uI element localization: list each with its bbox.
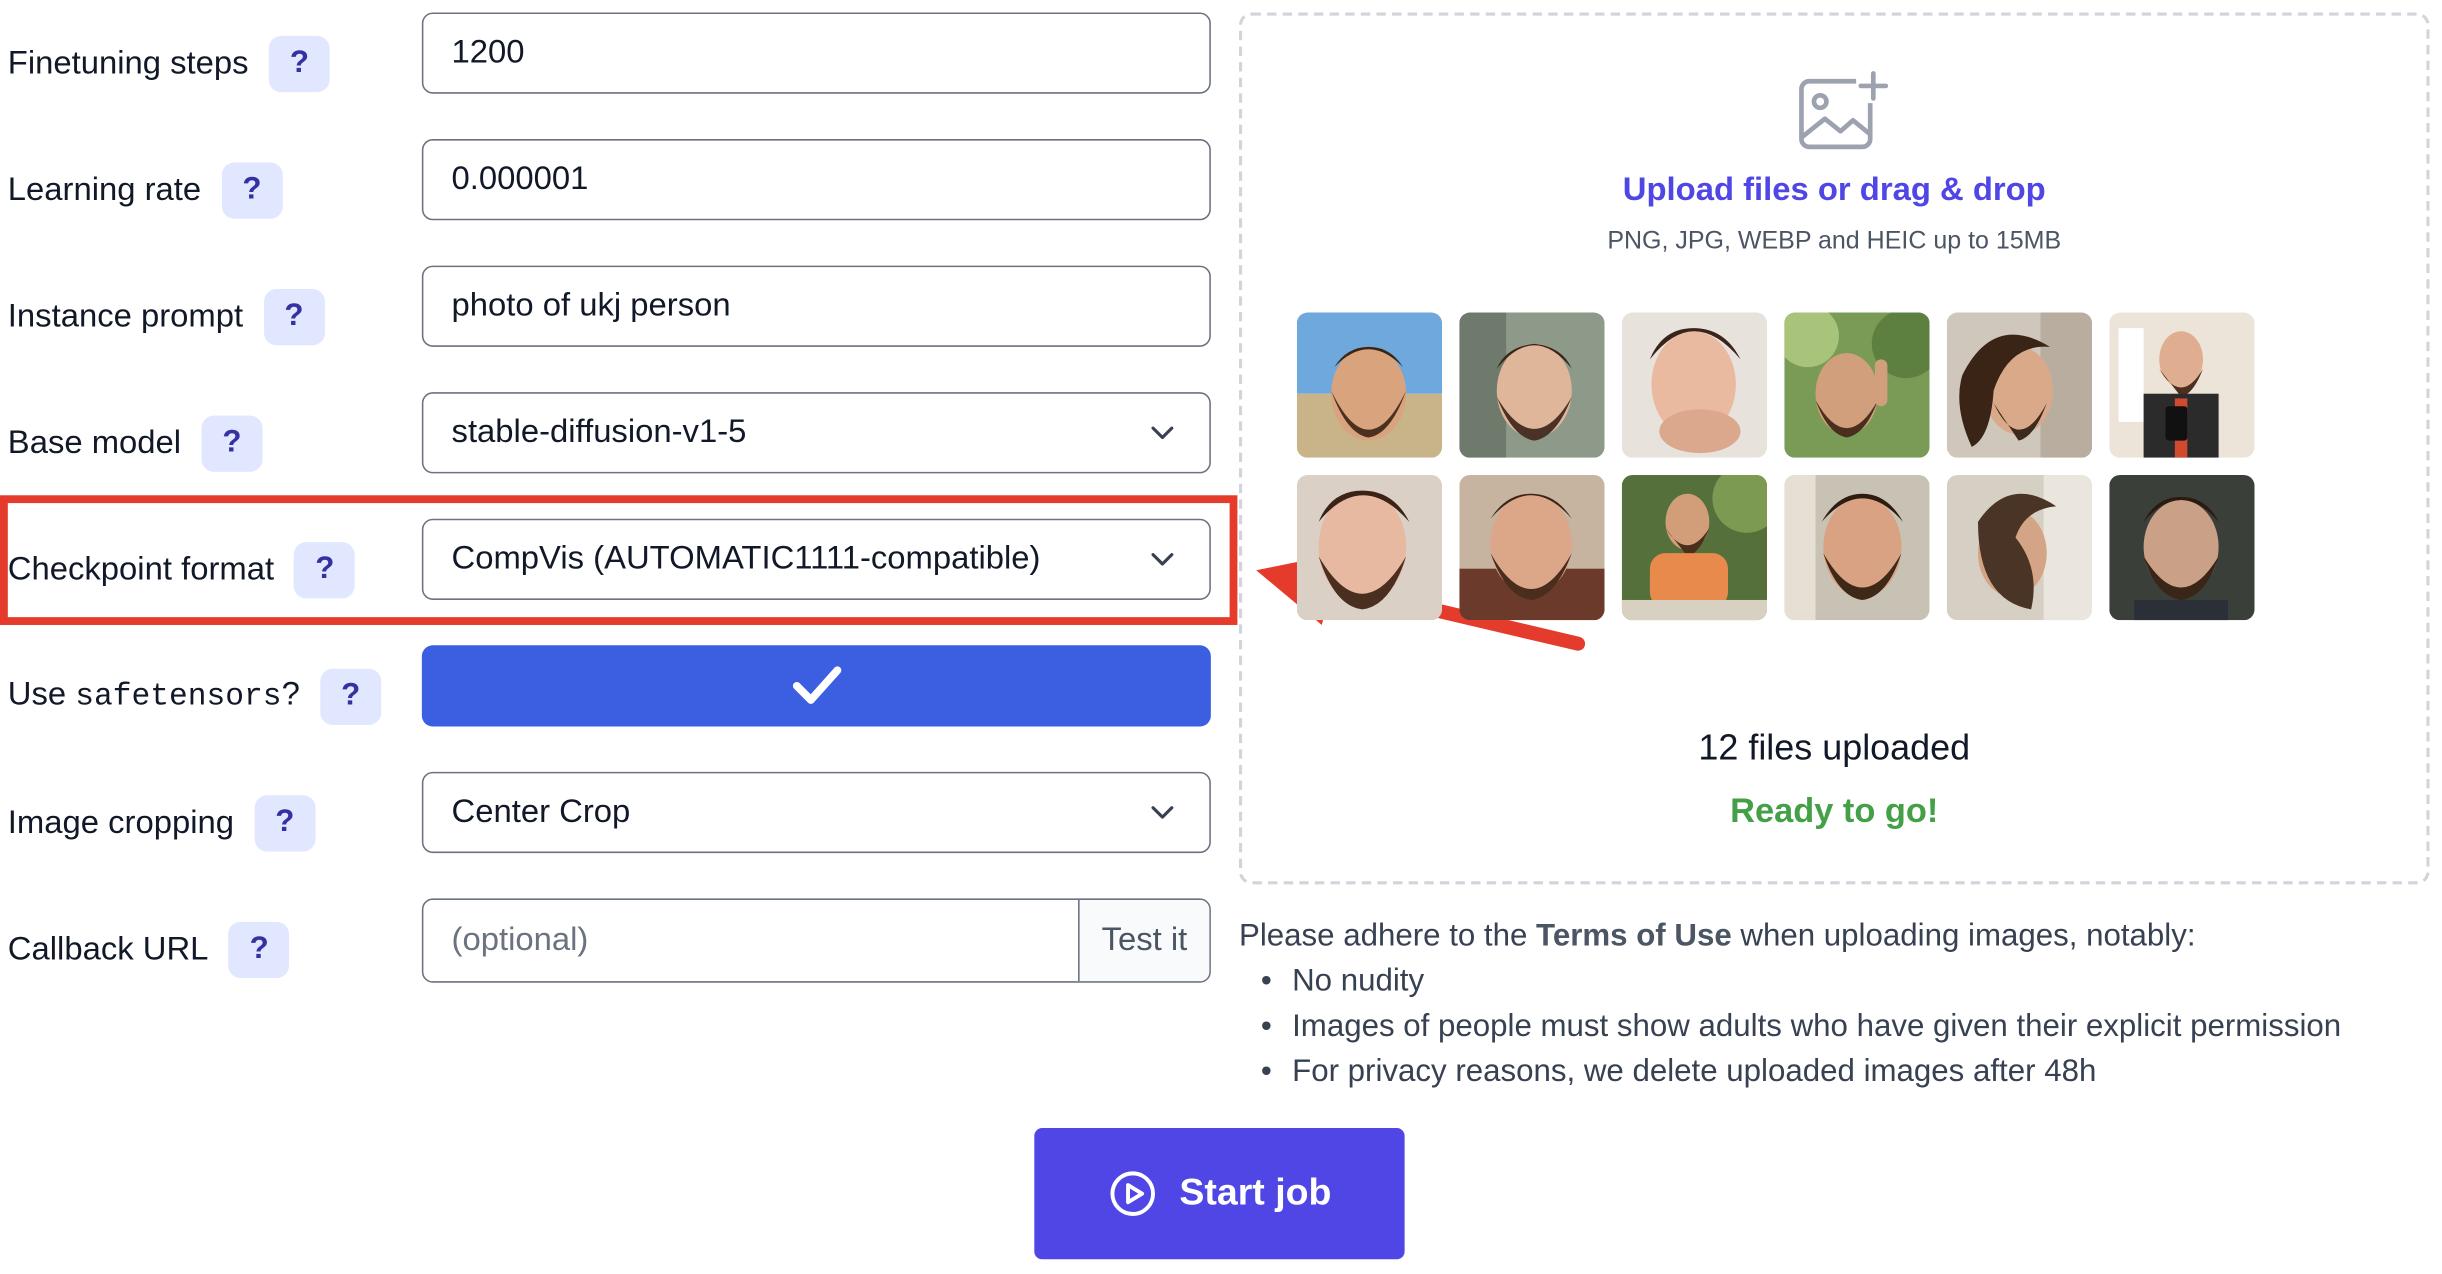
chevron-down-icon: [1151, 806, 1174, 819]
help-button[interactable]: ?: [201, 414, 263, 472]
help-button[interactable]: ?: [320, 667, 382, 725]
instance-prompt-row: Instance prompt ? photo of ukj person: [0, 253, 1234, 380]
help-button[interactable]: ?: [254, 794, 316, 851]
start-job-button[interactable]: Start job: [1034, 1128, 1405, 1260]
start-job-label: Start job: [1179, 1171, 1332, 1214]
checkpoint-format-label: Checkpoint format: [7, 550, 275, 587]
finetuning-steps-input[interactable]: 1200: [421, 12, 1211, 94]
instance-prompt-label: Instance prompt: [7, 297, 244, 334]
uploaded-photo-thumbnail[interactable]: [1296, 312, 1443, 458]
upload-dropzone[interactable]: Upload files or drag & drop PNG, JPG, WE…: [1238, 12, 2430, 885]
uploaded-photo-thumbnail[interactable]: [2109, 312, 2255, 458]
finetuning-steps-row: Finetuning steps ? 1200: [0, 0, 1234, 127]
uploaded-thumbnails: [1296, 312, 2266, 621]
safetensors-label: Use safetensors?: [7, 676, 300, 716]
uploaded-photo-thumbnail[interactable]: [1621, 474, 1768, 621]
checkpoint-format-value: CompVis (AUTOMATIC1111-compatible): [451, 540, 1041, 577]
image-cropping-label: Image cropping: [7, 803, 234, 840]
callback-url-row: Callback URL ? (optional) Test it: [0, 886, 1234, 1013]
learning-rate-row: Learning rate ? 0.000001: [0, 127, 1234, 254]
help-button[interactable]: ?: [294, 541, 356, 598]
base-model-select[interactable]: stable-diffusion-v1-5: [421, 392, 1211, 474]
terms-notice: Please adhere to the Terms of Use when u…: [1238, 914, 2442, 1096]
callback-url-input[interactable]: (optional): [423, 900, 1078, 981]
training-form-page: Finetuning steps ? 1200 Learning rate ? …: [0, 0, 2442, 1273]
help-button[interactable]: ?: [263, 288, 325, 345]
image-cropping-value: Center Crop: [451, 793, 631, 830]
uploaded-photo-thumbnail[interactable]: [1296, 474, 1443, 621]
checkpoint-format-row: Checkpoint format ? CompVis (AUTOMATIC11…: [0, 506, 1234, 633]
base-model-row: Base model ? stable-diffusion-v1-5: [0, 380, 1234, 507]
checkmark-icon: [792, 666, 841, 704]
learning-rate-input[interactable]: 0.000001: [421, 139, 1211, 221]
help-button[interactable]: ?: [221, 161, 283, 218]
terms-item: Images of people must show adults who ha…: [1261, 1005, 2442, 1050]
help-button[interactable]: ?: [268, 35, 330, 92]
ready-status: Ready to go!: [1730, 790, 1939, 830]
uploaded-photo-thumbnail[interactable]: [2109, 474, 2255, 621]
test-it-button[interactable]: Test it: [1078, 899, 1210, 982]
uploaded-photo-thumbnail[interactable]: [1784, 474, 1930, 621]
base-model-label: Base model: [7, 424, 182, 461]
uploaded-photo-thumbnail[interactable]: [1459, 474, 1605, 621]
callback-url-label: Callback URL: [7, 930, 209, 967]
help-button[interactable]: ?: [228, 921, 290, 978]
learning-rate-label: Learning rate: [7, 171, 202, 208]
uploaded-photo-thumbnail[interactable]: [1946, 474, 2093, 621]
files-uploaded-count: 12 files uploaded: [1698, 726, 1971, 768]
chevron-down-icon: [1151, 426, 1174, 440]
uploaded-photo-thumbnail[interactable]: [1946, 312, 2093, 458]
chevron-down-icon: [1151, 553, 1174, 566]
terms-list: No nudity Images of people must show adu…: [1261, 959, 2442, 1095]
uploaded-photo-thumbnail[interactable]: [1784, 312, 1930, 458]
terms-item: For privacy reasons, we delete uploaded …: [1261, 1050, 2442, 1095]
upload-hint: PNG, JPG, WEBP and HEIC up to 15MB: [1607, 228, 2062, 255]
checkpoint-format-select[interactable]: CompVis (AUTOMATIC1111-compatible): [421, 518, 1211, 600]
safetensors-row: Use safetensors? ?: [0, 633, 1234, 760]
upload-files-link[interactable]: Upload files or drag & drop: [1242, 172, 2426, 209]
instance-prompt-input[interactable]: photo of ukj person: [421, 265, 1211, 347]
play-circle-icon: [1110, 1171, 1155, 1216]
uploaded-photo-thumbnail[interactable]: [1621, 312, 1768, 458]
terms-intro: Please adhere to the Terms of Use when u…: [1238, 918, 2196, 954]
add-image-icon: [1799, 68, 1891, 150]
safetensors-toggle[interactable]: [421, 645, 1211, 727]
uploaded-photo-thumbnail[interactable]: [1459, 312, 1605, 458]
finetuning-steps-label: Finetuning steps: [7, 44, 249, 81]
image-cropping-select[interactable]: Center Crop: [421, 771, 1211, 854]
base-model-value: stable-diffusion-v1-5: [451, 414, 747, 450]
image-cropping-row: Image cropping ? Center Crop: [0, 759, 1234, 886]
callback-url-group: (optional) Test it: [421, 898, 1211, 983]
terms-of-use-link[interactable]: Terms of Use: [1536, 919, 1732, 953]
terms-item: No nudity: [1261, 959, 2442, 1004]
